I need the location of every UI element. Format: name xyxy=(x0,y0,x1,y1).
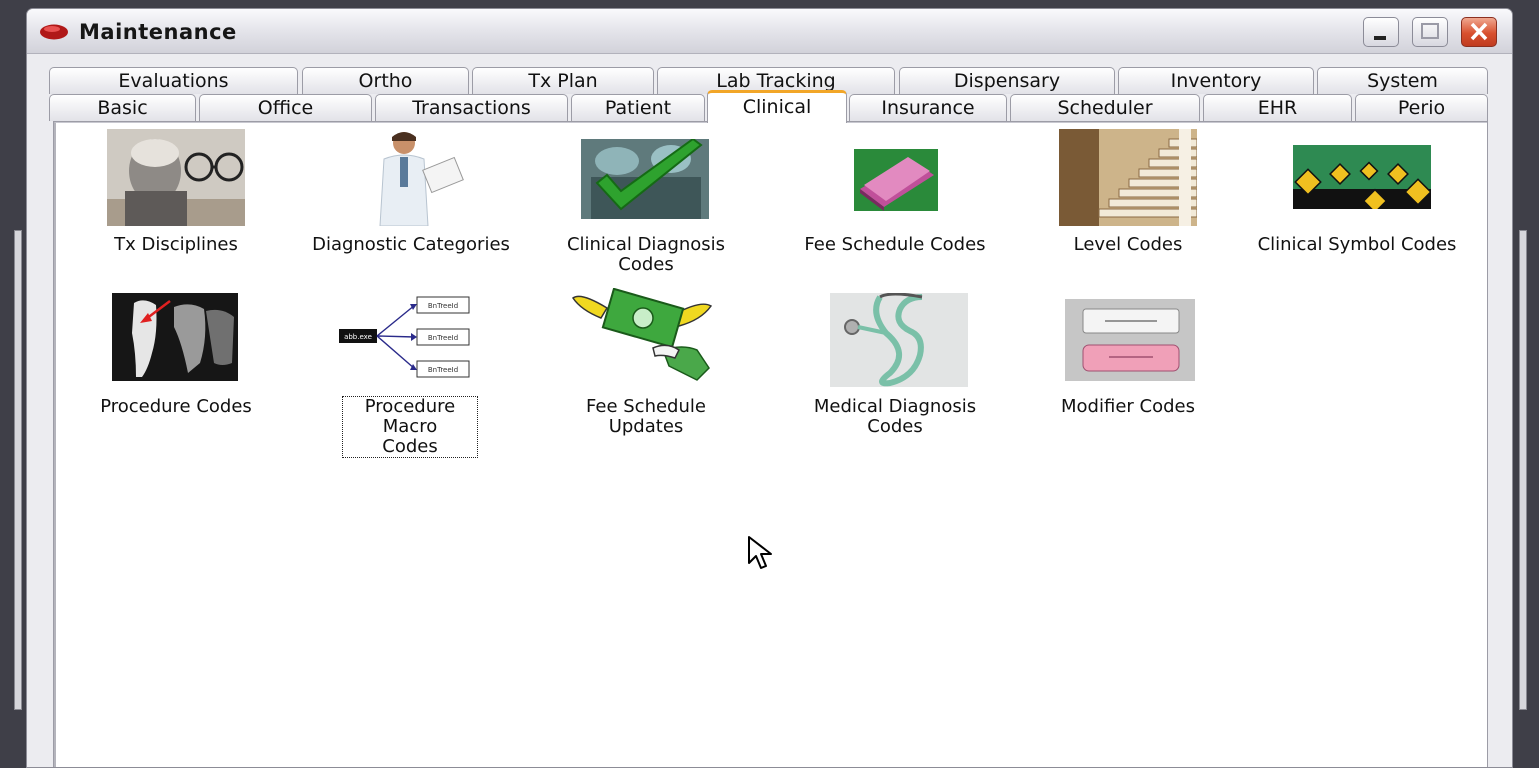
pink-book-icon xyxy=(850,145,942,217)
doctor-with-clipboard-icon xyxy=(366,129,466,226)
procedure-macro-codes-item[interactable]: abb.exe BnTreeId BnTreeId BnTreeId Proce… xyxy=(294,288,528,458)
item-label: Diagnostic Categories xyxy=(312,234,510,255)
minimize-icon xyxy=(1374,36,1386,40)
title-bar[interactable]: Maintenance xyxy=(27,9,1512,54)
item-label: Clinical Symbol Codes xyxy=(1257,234,1457,255)
medical-diagnosis-codes-item[interactable]: Medical Diagnosis Codes xyxy=(770,288,1020,448)
tab-system[interactable]: System xyxy=(1317,67,1488,94)
tab-ortho[interactable]: Ortho xyxy=(302,67,469,94)
clinical-symbol-codes-item[interactable]: Clinical Symbol Codes xyxy=(1232,123,1482,273)
tx-disciplines-item[interactable]: Tx Disciplines xyxy=(56,123,296,273)
road-signs-icon xyxy=(1293,145,1431,209)
procedure-codes-item[interactable]: Procedure Codes xyxy=(56,288,296,438)
item-label: Clinical Diagnosis Codes xyxy=(566,234,726,275)
tab-ehr[interactable]: EHR xyxy=(1203,94,1352,121)
tab-insurance[interactable]: Insurance xyxy=(849,94,1007,121)
item-label: Procedure Codes xyxy=(100,396,252,417)
maximize-icon xyxy=(1421,23,1439,39)
tab-dispensary[interactable]: Dispensary xyxy=(899,67,1115,94)
diagram-child-label: BnTreeId xyxy=(428,366,458,374)
diagnostic-categories-item[interactable]: Diagnostic Categories xyxy=(294,123,528,273)
tab-row-front: Basic Office Transactions Patient Clinic… xyxy=(27,90,1512,123)
tab-office[interactable]: Office xyxy=(199,94,372,121)
item-label: Level Codes xyxy=(1073,234,1183,255)
background-rail-right xyxy=(1519,230,1527,710)
item-label: Procedure Macro Codes xyxy=(342,396,478,458)
item-label: Medical Diagnosis Codes xyxy=(813,396,977,437)
tab-clinical[interactable]: Clinical xyxy=(707,90,847,123)
mouse-cursor-icon xyxy=(748,536,772,569)
man-with-glasses-photo-icon xyxy=(107,129,245,226)
level-codes-item[interactable]: Level Codes xyxy=(1028,123,1228,273)
item-label: Fee Schedule Codes xyxy=(804,234,986,255)
close-icon xyxy=(1470,22,1488,41)
app-icon xyxy=(40,24,68,40)
item-label: Fee Schedule Updates xyxy=(586,396,706,437)
tab-patient[interactable]: Patient xyxy=(571,94,705,121)
flying-money-icon xyxy=(571,288,713,382)
minimize-button[interactable] xyxy=(1363,17,1399,47)
tab-tx-plan[interactable]: Tx Plan xyxy=(472,67,654,94)
diagram-root-label: abb.exe xyxy=(344,333,372,341)
modifier-codes-item[interactable]: Modifier Codes xyxy=(1028,288,1228,438)
maximize-button[interactable] xyxy=(1412,17,1448,47)
item-label: Modifier Codes xyxy=(1061,396,1195,417)
diagram-child-label: BnTreeId xyxy=(428,334,458,342)
window-title: Maintenance xyxy=(79,20,237,44)
fee-schedule-codes-item[interactable]: Fee Schedule Codes xyxy=(770,123,1020,273)
tab-basic[interactable]: Basic xyxy=(49,94,196,121)
background-rail-left xyxy=(14,230,22,710)
tab-evaluations[interactable]: Evaluations xyxy=(49,67,298,94)
fee-schedule-updates-item[interactable]: Fee Schedule Updates xyxy=(546,288,746,448)
maintenance-window: Maintenance Evaluations Ortho Tx Plan La… xyxy=(26,8,1513,768)
close-button[interactable] xyxy=(1461,17,1497,47)
tab-inventory[interactable]: Inventory xyxy=(1118,67,1314,94)
dental-xray-icon xyxy=(112,293,238,381)
clinical-diagnosis-codes-item[interactable]: Clinical Diagnosis Codes xyxy=(546,123,746,283)
diagram-child-label: BnTreeId xyxy=(428,302,458,310)
surgery-checkmark-icon xyxy=(581,139,709,219)
staircase-photo-icon xyxy=(1059,129,1197,226)
tab-perio[interactable]: Perio xyxy=(1355,94,1488,121)
eraser-icon xyxy=(1065,299,1195,381)
item-label: Tx Disciplines xyxy=(114,234,238,255)
clinical-tab-panel: Tx Disciplines Diagnostic Categories Cli… xyxy=(53,121,1488,767)
tab-scheduler[interactable]: Scheduler xyxy=(1010,94,1200,121)
tab-transactions[interactable]: Transactions xyxy=(375,94,568,121)
stethoscope-icon xyxy=(830,293,968,387)
macro-tree-diagram-icon: abb.exe BnTreeId BnTreeId BnTreeId xyxy=(335,291,493,383)
